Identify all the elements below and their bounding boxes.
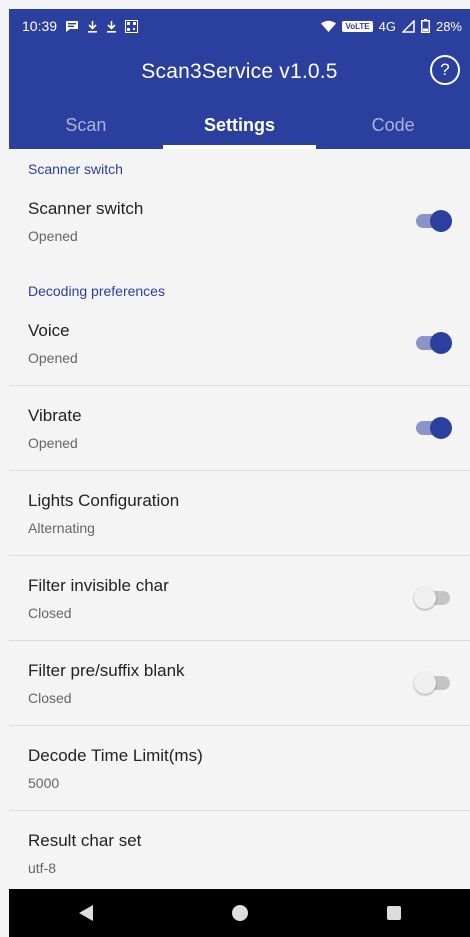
message-icon bbox=[65, 20, 79, 33]
pref-summary: Opened bbox=[28, 435, 78, 451]
network-type: 4G bbox=[378, 18, 396, 34]
section-title-decoding: Decoding preferences bbox=[28, 283, 165, 299]
battery-percent: 28% bbox=[435, 18, 462, 34]
pref-title: Filter pre/suffix blank bbox=[28, 661, 185, 680]
pref-title: Result char set bbox=[28, 831, 142, 850]
title-bar: Scan3Service v1.0.5 ? bbox=[9, 43, 470, 101]
app-title: Scan3Service v1.0.5 bbox=[141, 60, 338, 83]
filter-invisible-char-toggle[interactable] bbox=[414, 587, 454, 609]
back-icon[interactable] bbox=[78, 905, 93, 921]
volte-badge: VoLTE bbox=[342, 20, 373, 32]
home-icon[interactable] bbox=[231, 905, 248, 921]
qr-icon bbox=[125, 19, 139, 33]
download-icon bbox=[106, 20, 117, 33]
tab-settings[interactable]: Settings bbox=[162, 101, 317, 149]
pref-voice[interactable]: Voice Opened bbox=[9, 301, 470, 385]
battery-icon bbox=[420, 19, 430, 33]
status-time: 10:39 bbox=[22, 18, 58, 34]
pref-filter-prefix-suffix-blank[interactable]: Filter pre/suffix blank Closed bbox=[9, 641, 470, 725]
pref-vibrate[interactable]: Vibrate Opened bbox=[9, 386, 470, 470]
section-title-scanner: Scanner switch bbox=[28, 161, 123, 177]
pref-summary: Opened bbox=[28, 350, 78, 366]
pref-title: Lights Configuration bbox=[28, 491, 180, 510]
pref-title: Scanner switch bbox=[28, 199, 144, 218]
pref-summary: Opened bbox=[28, 228, 78, 244]
pref-title: Vibrate bbox=[28, 406, 82, 425]
pref-summary: Alternating bbox=[28, 520, 95, 536]
pref-title: Filter invisible char bbox=[28, 576, 169, 595]
pref-result-char-set[interactable]: Result char set utf-8 bbox=[9, 811, 470, 895]
scanner-switch-toggle[interactable] bbox=[414, 210, 454, 232]
app-header: 10:39 VoLTE 4G 28% Scan3Service v1.0.5 ?… bbox=[9, 9, 470, 149]
voice-toggle[interactable] bbox=[414, 332, 454, 354]
status-bar: 10:39 VoLTE 4G 28% bbox=[9, 9, 470, 43]
pref-summary: 5000 bbox=[28, 775, 60, 791]
tab-code[interactable]: Code bbox=[316, 101, 470, 149]
recents-icon[interactable] bbox=[386, 906, 401, 920]
navigation-bar bbox=[9, 889, 470, 937]
download-icon bbox=[87, 20, 98, 33]
settings-list: Scanner switch Scanner switch Opened Dec… bbox=[9, 149, 470, 889]
tab-scan[interactable]: Scan bbox=[9, 101, 163, 149]
pref-summary: utf-8 bbox=[28, 860, 57, 876]
pref-scanner-switch[interactable]: Scanner switch Opened bbox=[9, 179, 470, 263]
signal-icon bbox=[401, 19, 415, 33]
pref-lights-configuration[interactable]: Lights Configuration Alternating bbox=[9, 471, 470, 555]
tab-bar: Scan Settings Code bbox=[9, 101, 470, 149]
pref-decode-time-limit[interactable]: Decode Time Limit(ms) 5000 bbox=[9, 726, 470, 810]
filter-blank-toggle[interactable] bbox=[414, 672, 454, 694]
pref-summary: Closed bbox=[28, 690, 72, 706]
pref-summary: Closed bbox=[28, 605, 72, 621]
vibrate-toggle[interactable] bbox=[414, 417, 454, 439]
pref-title: Voice bbox=[28, 321, 70, 340]
pref-title: Decode Time Limit(ms) bbox=[28, 746, 203, 765]
help-icon[interactable]: ? bbox=[430, 55, 460, 85]
pref-filter-invisible-char[interactable]: Filter invisible char Closed bbox=[9, 556, 470, 640]
wifi-icon bbox=[321, 20, 337, 32]
